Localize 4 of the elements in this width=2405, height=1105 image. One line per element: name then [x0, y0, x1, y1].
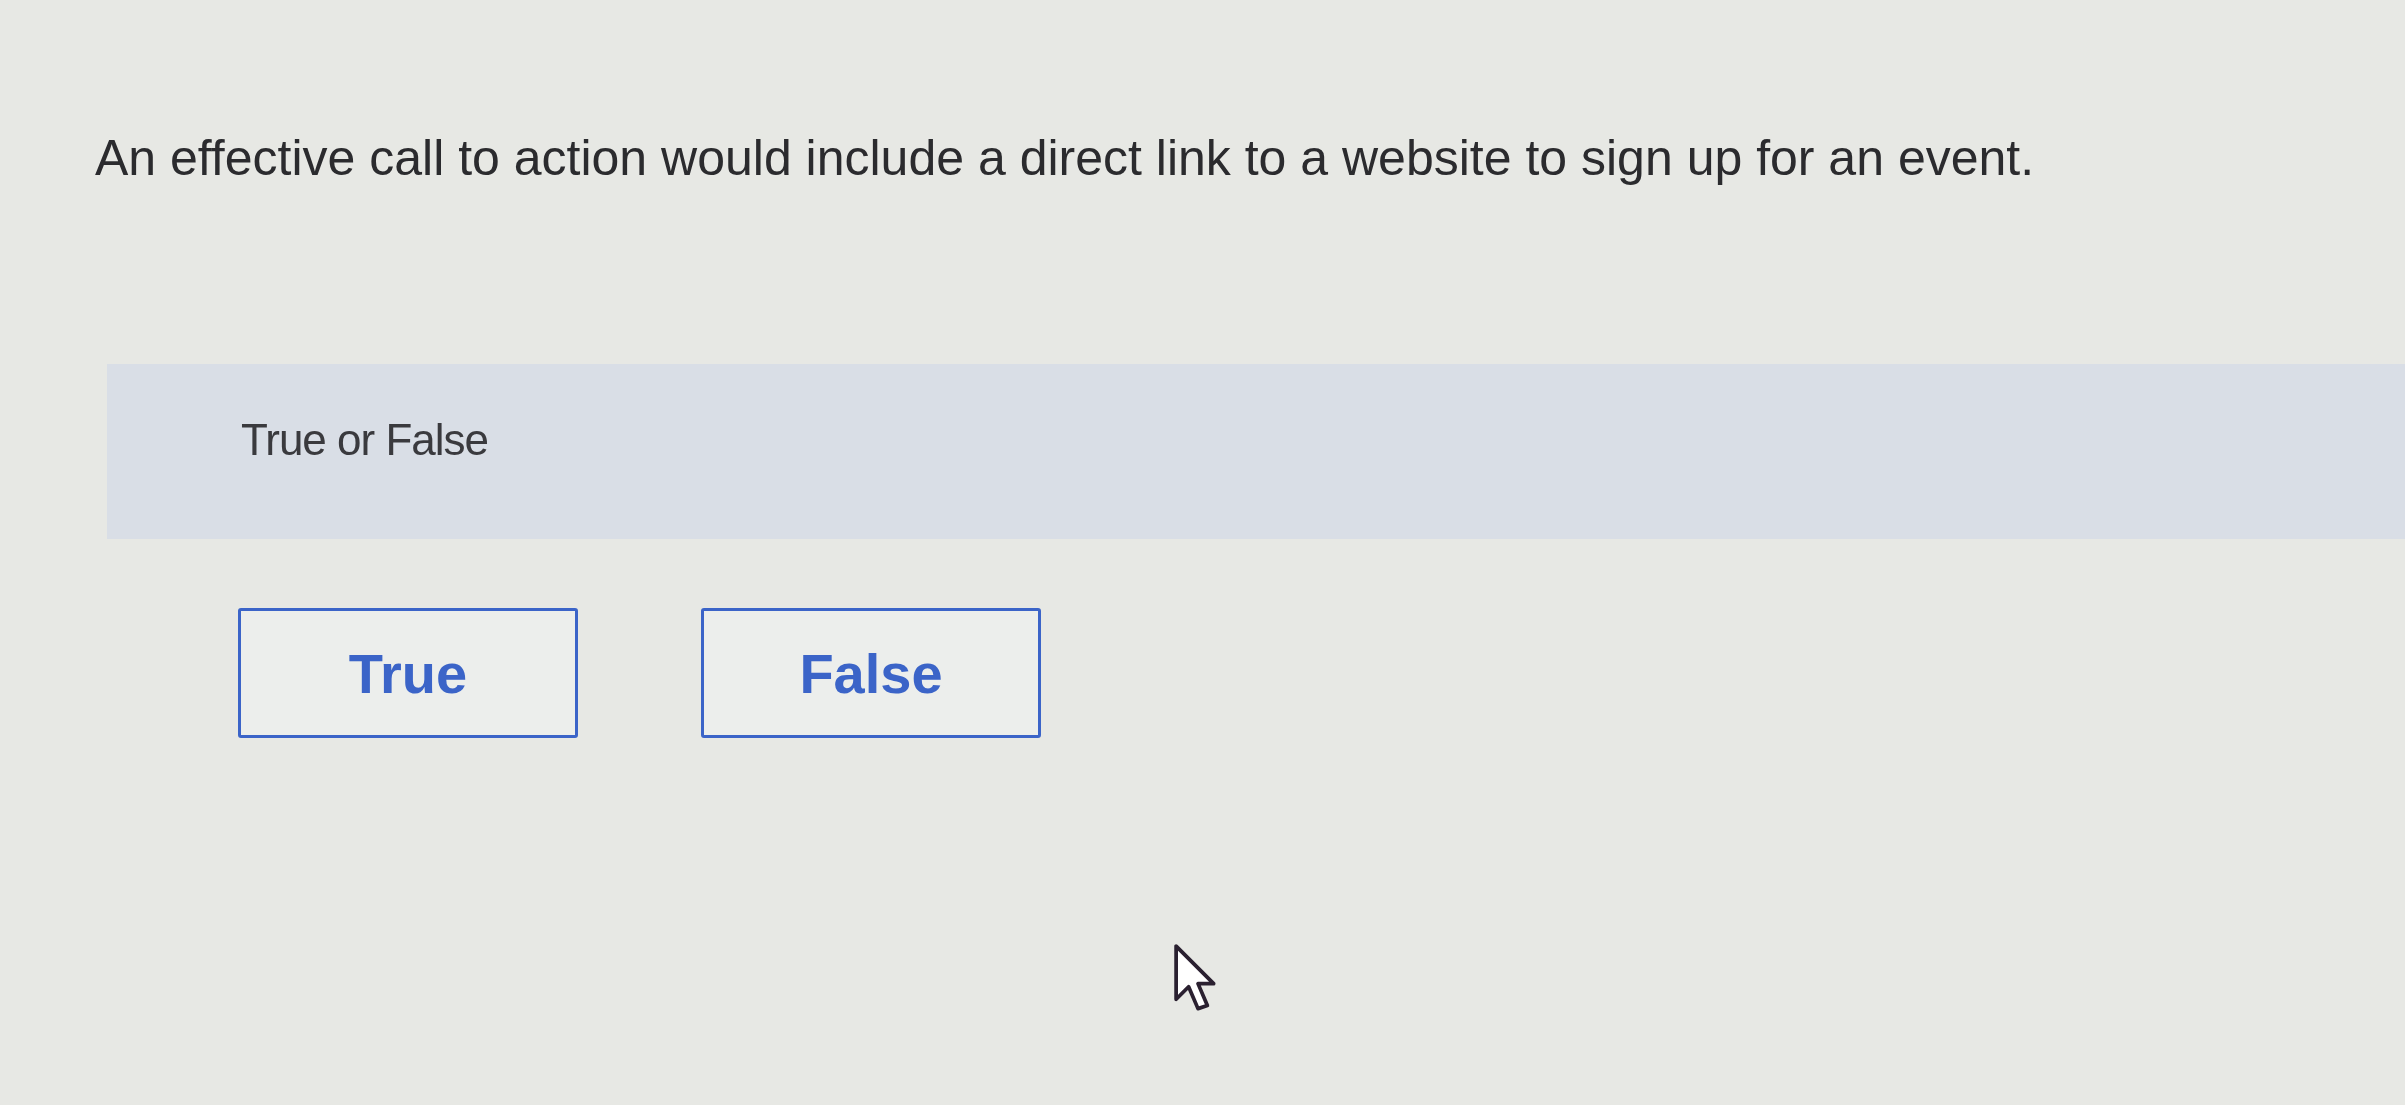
- prompt-label: True or False: [241, 414, 488, 466]
- answer-option-button[interactable]: True: [238, 608, 578, 738]
- question-text: An effective call to action would include a direct link to a website to sign up for an event.: [95, 129, 2035, 188]
- answer-option-button[interactable]: False: [701, 608, 1041, 738]
